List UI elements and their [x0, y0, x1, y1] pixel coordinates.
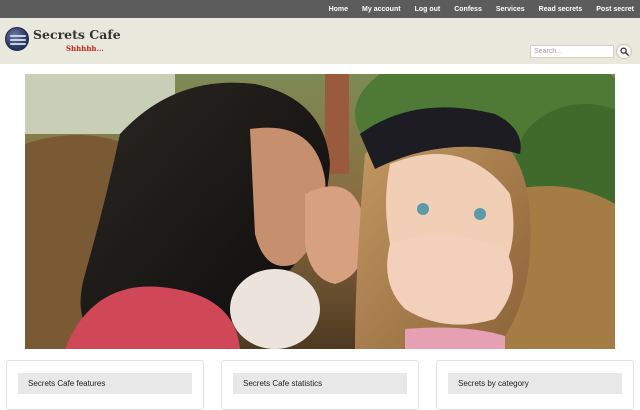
features-card: Secrets Cafe features [6, 360, 204, 410]
hero-photo-two-girls-whispering [25, 74, 615, 349]
nav-post-secret-link[interactable]: Post secret [596, 6, 634, 13]
top-nav: Home My account Log out Confess Services… [315, 0, 634, 18]
search-icon [620, 47, 629, 56]
hero-image [25, 74, 615, 349]
site-tagline: Shhhhh... [66, 44, 104, 53]
categories-card-title: Secrets by category [458, 379, 529, 388]
statistics-card: Secrets Cafe statistics [221, 360, 419, 410]
top-bar: Home My account Log out Confess Services… [0, 0, 640, 18]
nav-read-secrets-link[interactable]: Read secrets [539, 6, 583, 13]
statistics-card-title: Secrets Cafe statistics [243, 379, 323, 388]
nav-my-account-link[interactable]: My account [362, 6, 401, 13]
nav-confess-link[interactable]: Confess [454, 6, 482, 13]
search-button[interactable] [616, 44, 632, 59]
categories-card: Secrets by category [436, 360, 634, 410]
features-card-header[interactable]: Secrets Cafe features [18, 373, 192, 394]
categories-card-header[interactable]: Secrets by category [448, 373, 622, 394]
logo-mark-icon[interactable] [5, 27, 29, 51]
search-input[interactable] [530, 45, 614, 58]
site-header: Secrets Cafe Shhhhh... [0, 18, 640, 64]
site-title[interactable]: Secrets Cafe [33, 27, 121, 42]
nav-home-link[interactable]: Home [329, 6, 348, 13]
nav-services-link[interactable]: Services [496, 6, 525, 13]
features-card-title: Secrets Cafe features [28, 379, 106, 388]
nav-log-out-link[interactable]: Log out [415, 6, 441, 13]
statistics-card-header[interactable]: Secrets Cafe statistics [233, 373, 407, 394]
